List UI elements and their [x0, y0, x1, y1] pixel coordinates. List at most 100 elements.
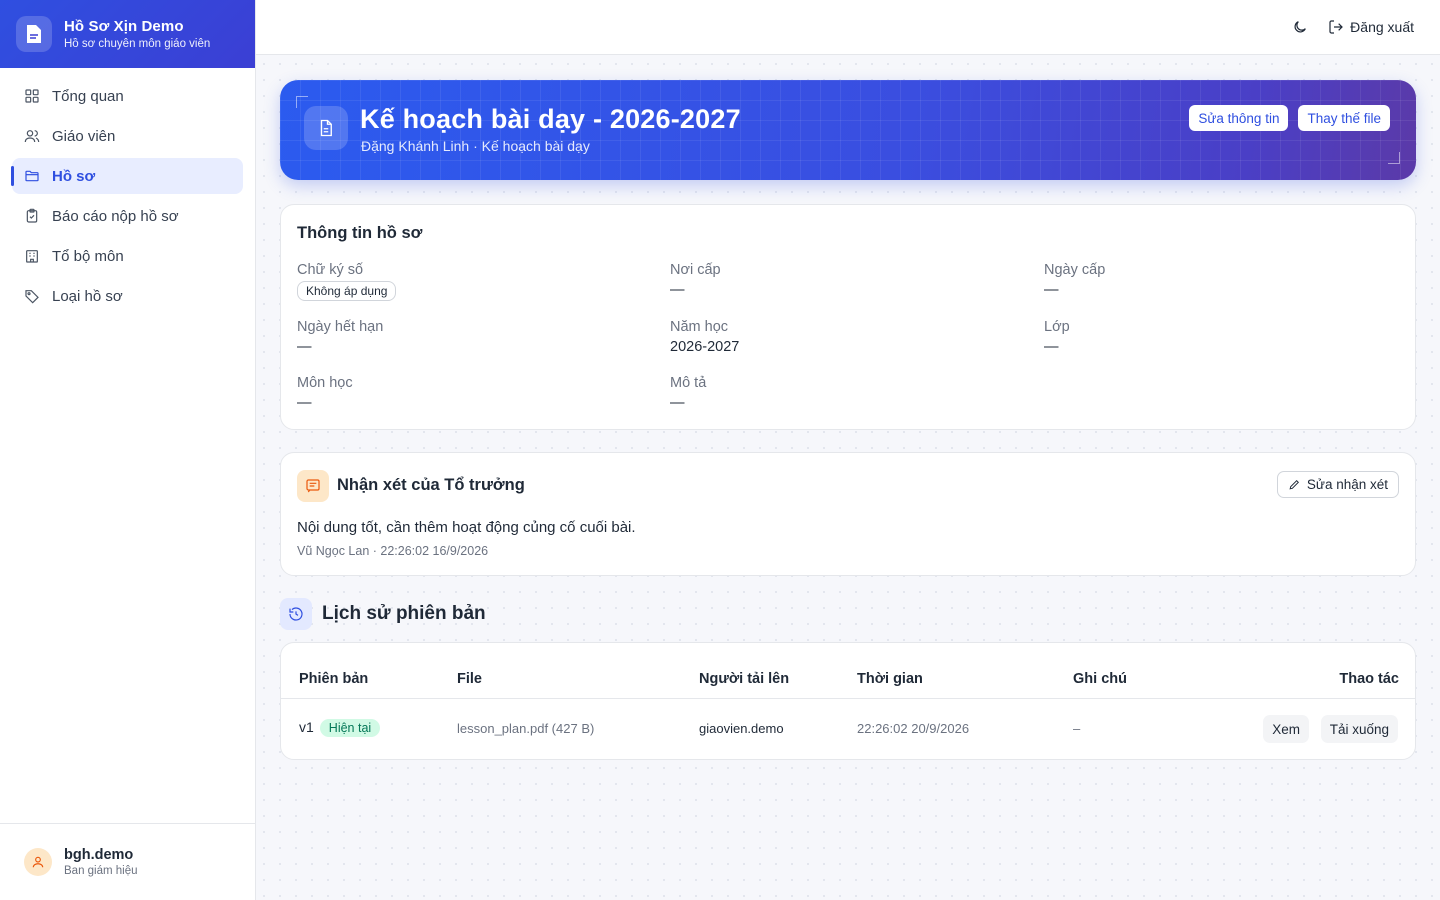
sidebar-item-label: Hồ sơ	[52, 167, 96, 185]
sidebar-item-tong-quan[interactable]: Tổng quan	[12, 78, 243, 114]
field-description: Mô tả —	[670, 375, 1010, 411]
sidebar-item-label: Giáo viên	[52, 127, 116, 145]
building-icon	[26, 250, 38, 263]
sidebar-item-label: Tổng quan	[52, 87, 124, 105]
table-header: Phiên bản File Người tải lên Thời gian G…	[281, 643, 1415, 699]
document-hero: Kế hoạch bài dạy - 2026-2027 Đặng Khánh …	[280, 80, 1416, 180]
reviewer-comment-card: Nhận xét của Tổ trưởng Sửa nhận xét Nội …	[280, 452, 1416, 576]
field-label: Mô tả	[670, 375, 707, 391]
field-issue-date: Ngày cấp —	[1044, 262, 1384, 298]
moon-icon	[1294, 21, 1307, 33]
field-value: 2026-2027	[670, 339, 740, 355]
users-icon	[24, 130, 40, 143]
version-cell: v1 Hiện tại	[299, 719, 381, 737]
page-subtitle: Đặng Khánh Linh · Kế hoạch bài dạy	[361, 138, 590, 154]
document-icon	[16, 16, 52, 52]
logout-button[interactable]: Đăng xuất	[1328, 19, 1414, 35]
version-history-header: Lịch sử phiên bản	[280, 598, 486, 630]
view-button[interactable]: Xem	[1263, 715, 1309, 743]
field-value: —	[670, 395, 685, 411]
brand-header: Hồ Sơ Xịn Demo Hồ sơ chuyên môn giáo viê…	[0, 0, 255, 68]
avatar	[24, 848, 52, 876]
field-label: Ngày hết hạn	[297, 319, 384, 335]
sidebar-item-to-bo-mon[interactable]: Tổ bộ môn	[12, 238, 243, 274]
field-label: Năm học	[670, 319, 729, 335]
sidebar-item-label: Loại hồ sơ	[52, 287, 123, 305]
version-number: v1	[299, 719, 314, 735]
column-header: Phiên bản	[299, 671, 369, 687]
field-value: —	[297, 339, 312, 355]
user-name: bgh.demo	[64, 847, 134, 863]
field-value: —	[1044, 282, 1059, 298]
column-header: Ghi chú	[1073, 671, 1127, 687]
sidebar-item-label: Báo cáo nộp hồ sơ	[52, 207, 179, 225]
field-school-year: Năm học 2026-2027	[670, 319, 1010, 355]
theme-toggle-button[interactable]	[1292, 19, 1308, 35]
field-class: Lớp —	[1044, 319, 1384, 355]
field-subject: Môn học —	[297, 375, 637, 411]
edit-info-button[interactable]: Sửa thông tin	[1189, 105, 1289, 131]
pencil-icon	[1289, 480, 1299, 490]
brand-subtitle: Hồ sơ chuyên môn giáo viên	[64, 38, 211, 50]
grid-icon	[25, 89, 39, 103]
section-title: Lịch sử phiên bản	[322, 603, 486, 624]
field-label: Lớp	[1044, 319, 1070, 335]
status-badge: Không áp dụng	[297, 281, 397, 301]
current-badge: Hiện tại	[319, 719, 381, 737]
sidebar: Hồ Sơ Xịn Demo Hồ sơ chuyên môn giáo viê…	[0, 0, 256, 900]
table-row: v1 Hiện tại lesson_plan.pdf (427 B) giaov…	[281, 700, 1415, 759]
main-content: Kế hoạch bài dạy - 2026-2027 Đặng Khánh …	[256, 56, 1440, 900]
field-label: Chữ ký số	[297, 262, 364, 278]
comment-text: Nội dung tốt, cần thêm hoạt động củng cố…	[297, 519, 636, 536]
tag-icon	[25, 290, 39, 304]
user-profile[interactable]: bgh.demo Ban giám hiệu	[0, 823, 255, 900]
column-header: Người tải lên	[699, 671, 790, 687]
version-history-table: Phiên bản File Người tải lên Thời gian G…	[280, 642, 1416, 760]
field-label: Nơi cấp	[670, 262, 721, 278]
field-label: Môn học	[297, 375, 353, 391]
corner-decoration	[296, 96, 308, 108]
field-value: —	[1044, 339, 1059, 355]
sidebar-item-label: Tổ bộ môn	[52, 247, 124, 265]
field-label: Ngày cấp	[1044, 262, 1106, 278]
folder-icon	[25, 170, 39, 182]
logout-icon	[1329, 20, 1344, 34]
note-cell: –	[1073, 721, 1081, 736]
clipboard-check-icon	[26, 208, 38, 223]
sidebar-item-loai-ho-so[interactable]: Loại hồ sơ	[12, 278, 243, 314]
sidebar-nav: Tổng quan Giáo viên Hồ sơ Báo cáo nộp hồ…	[0, 68, 255, 324]
field-issuer: Nơi cấp —	[670, 262, 1010, 298]
column-header: Thao tác	[1339, 671, 1399, 687]
field-value: —	[297, 395, 312, 411]
time-cell: 22:26:02 20/9/2026	[857, 721, 970, 736]
sidebar-item-bao-cao[interactable]: Báo cáo nộp hồ sơ	[12, 198, 243, 234]
field-value: —	[670, 282, 685, 298]
field-digital-signature: Chữ ký số Không áp dụng	[297, 262, 637, 301]
uploader-cell: giaovien.demo	[699, 721, 784, 736]
page-title: Kế hoạch bài dạy - 2026-2027	[360, 104, 741, 134]
card-title: Thông tin hồ sơ	[297, 224, 423, 242]
history-icon	[280, 598, 312, 630]
field-expiry-date: Ngày hết hạn —	[297, 319, 637, 355]
corner-decoration	[1388, 152, 1400, 164]
document-info-card: Thông tin hồ sơ Chữ ký số Không áp dụng …	[280, 204, 1416, 430]
comment-meta: Vũ Ngọc Lan · 22:26:02 16/9/2026	[297, 544, 489, 558]
message-icon	[297, 470, 329, 502]
column-header: File	[457, 671, 482, 687]
sidebar-item-ho-so[interactable]: Hồ sơ	[11, 158, 243, 194]
download-button[interactable]: Tải xuống	[1320, 715, 1398, 743]
file-text-icon	[304, 106, 348, 150]
file-cell: lesson_plan.pdf (427 B)	[457, 721, 595, 736]
logout-label: Đăng xuất	[1350, 19, 1414, 35]
hero-actions: Sửa thông tin Thay thế file	[1189, 105, 1390, 131]
column-header: Thời gian	[857, 671, 923, 687]
replace-file-button[interactable]: Thay thế file	[1298, 105, 1390, 131]
sidebar-item-giao-vien[interactable]: Giáo viên	[12, 118, 243, 154]
card-title: Nhận xét của Tổ trưởng	[337, 476, 525, 494]
edit-comment-button[interactable]: Sửa nhận xét	[1276, 471, 1399, 498]
edit-comment-label: Sửa nhận xét	[1306, 477, 1388, 492]
topbar: Đăng xuất	[256, 0, 1440, 55]
user-icon	[32, 856, 44, 868]
user-role: Ban giám hiệu	[64, 865, 138, 877]
brand-title: Hồ Sơ Xịn Demo	[64, 18, 184, 35]
